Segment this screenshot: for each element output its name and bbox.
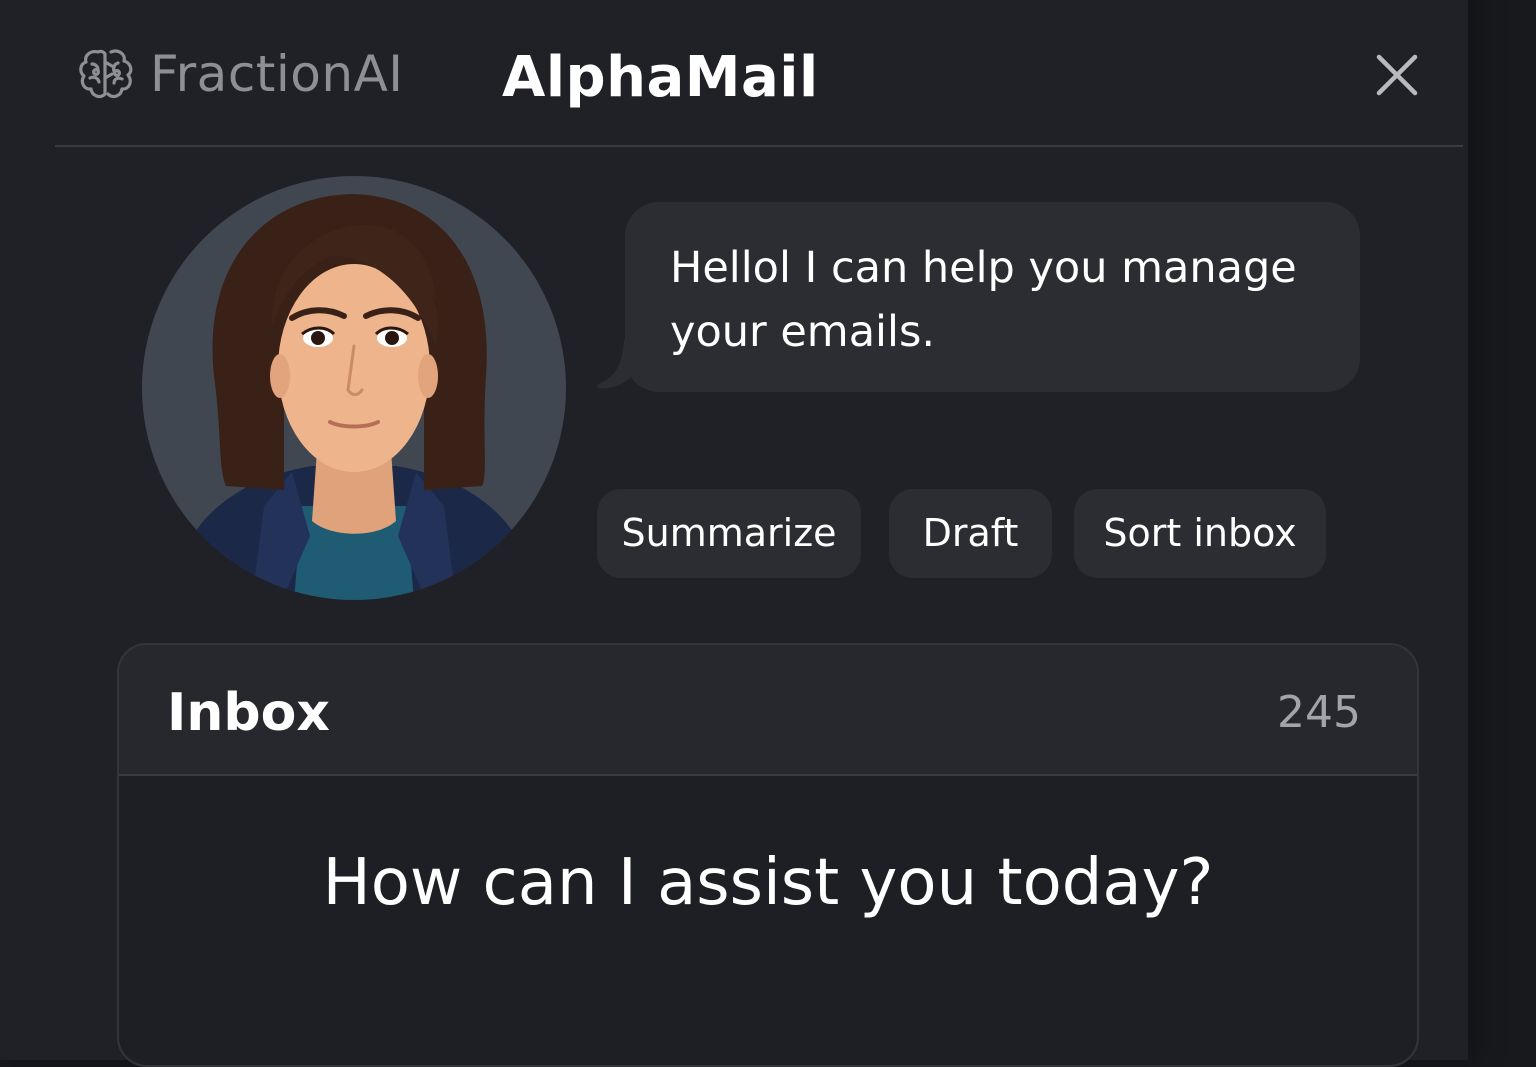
close-icon <box>1376 54 1418 96</box>
header-divider <box>55 145 1463 147</box>
assistant-avatar <box>142 176 566 600</box>
sort-inbox-button[interactable]: Sort inbox <box>1074 489 1326 578</box>
inbox-header[interactable]: Inbox 245 <box>119 645 1417 776</box>
inbox-title: Inbox <box>167 683 330 743</box>
app-title: AlphaMail <box>502 45 819 110</box>
brand-name: FractionAI <box>150 45 404 103</box>
summarize-button[interactable]: Summarize <box>597 489 861 578</box>
assist-prompt: How can I assist you today? <box>322 846 1214 920</box>
assistant-message: Hellol I can help you manage your emails… <box>670 243 1297 357</box>
close-button[interactable] <box>1372 50 1422 100</box>
brain-logo-icon <box>79 49 133 99</box>
inbox-count: 245 <box>1277 687 1361 738</box>
header: FractionAI AlphaMail <box>0 0 1468 146</box>
draft-button[interactable]: Draft <box>889 489 1052 578</box>
brand: FractionAI <box>76 42 404 106</box>
inbox-card: Inbox 245 How can I assist you today? <box>117 643 1419 1067</box>
